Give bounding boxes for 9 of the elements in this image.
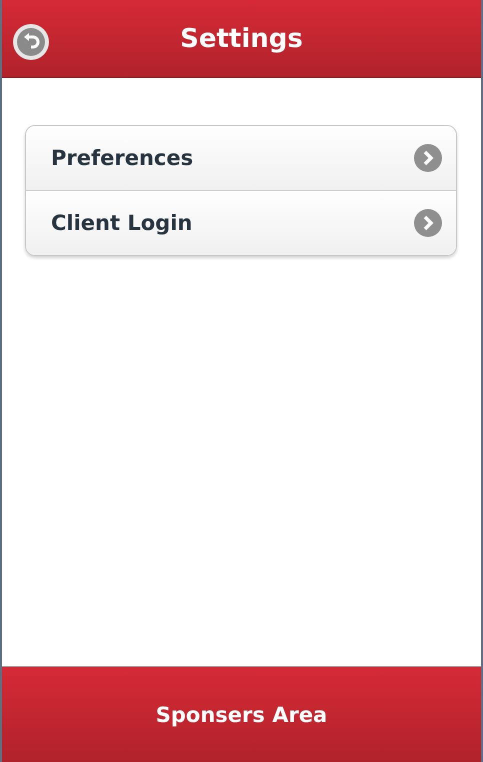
menu-item[interactable]: Client Login xyxy=(26,190,456,255)
chevron-icon xyxy=(414,209,442,237)
back-button[interactable] xyxy=(12,23,50,61)
page-title: Settings xyxy=(180,24,303,54)
menu-item-label: Client Login xyxy=(51,211,192,235)
menu-item-label: Preferences xyxy=(51,146,194,170)
sponsors-button[interactable]: Sponsers Area xyxy=(2,666,481,762)
menu-item[interactable]: Preferences xyxy=(26,126,456,190)
chevron-icon xyxy=(414,144,442,172)
